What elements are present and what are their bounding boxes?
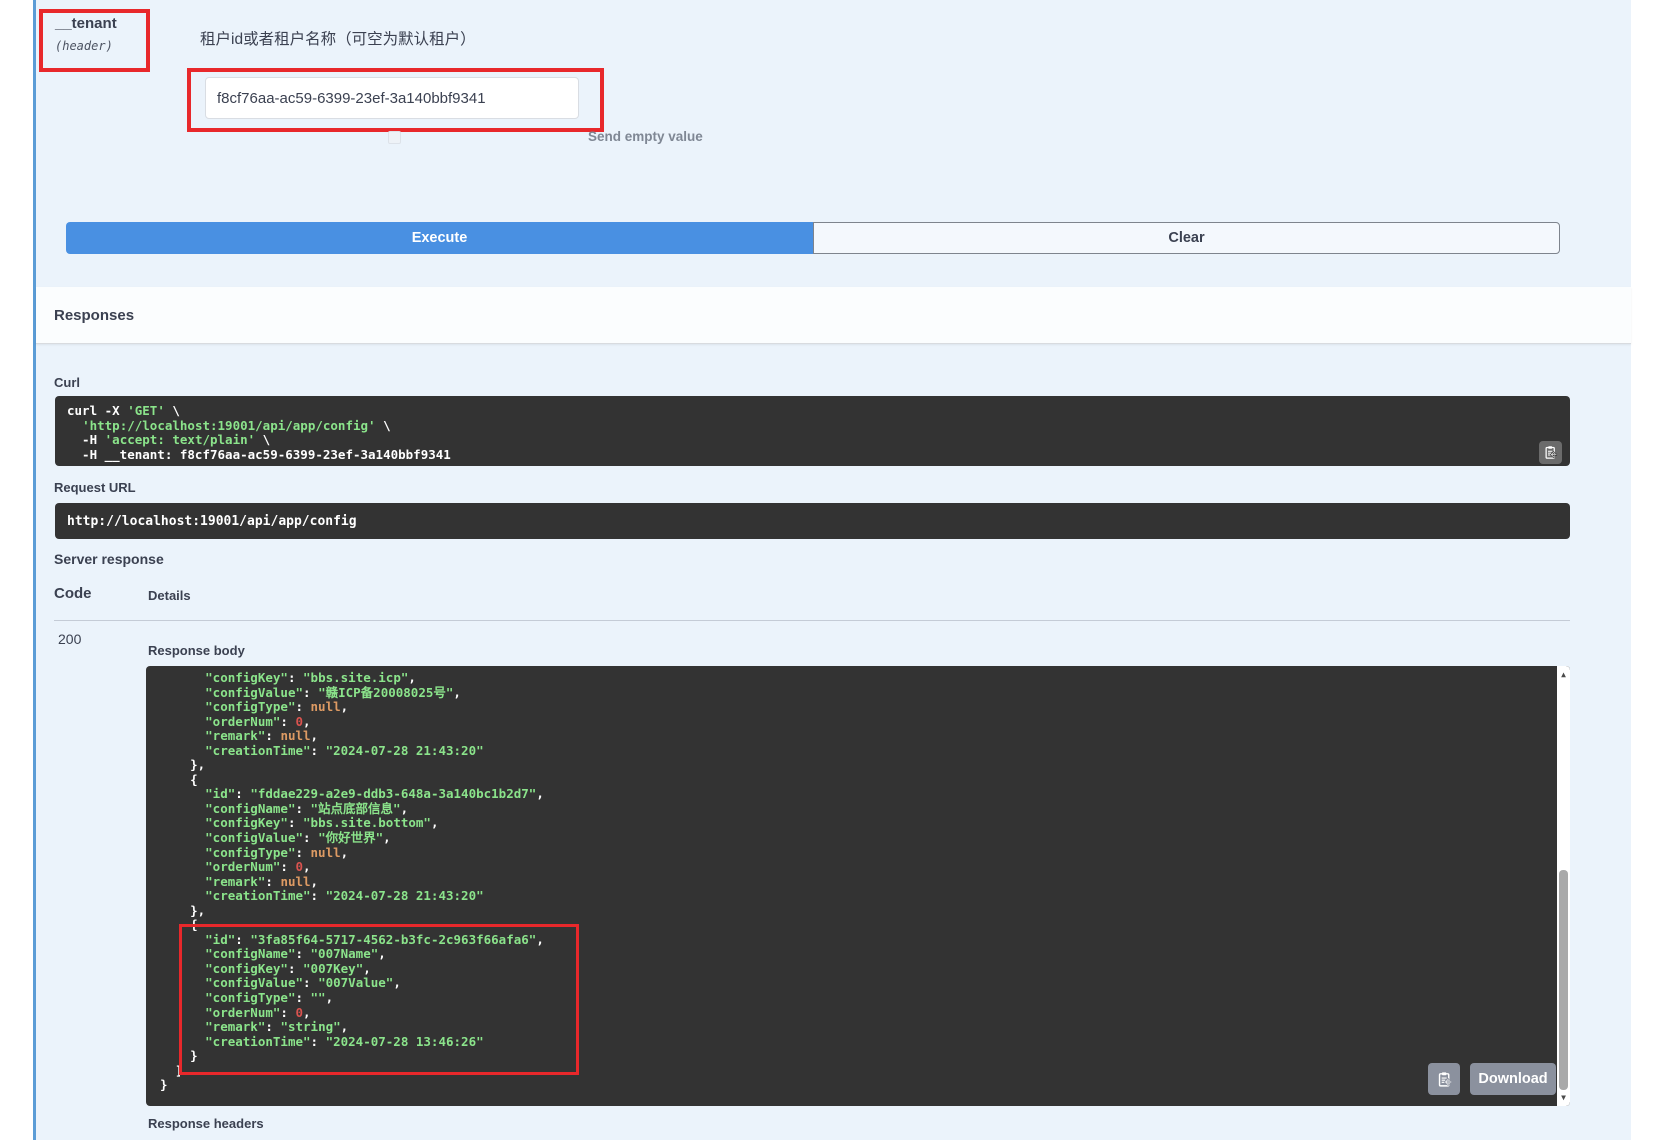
response-headers-label: Response headers xyxy=(148,1116,264,1131)
request-url-box: http://localhost:19001/api/app/config xyxy=(55,503,1570,539)
table-header-divider xyxy=(54,620,1570,621)
clear-button[interactable]: Clear xyxy=(813,222,1560,254)
responses-title: Responses xyxy=(54,307,134,324)
status-code: 200 xyxy=(58,631,81,647)
get-operation-block: __tenant (header) 租户id或者租户名称（可空为默认租户） Se… xyxy=(33,0,1631,1140)
scrollbar-thumb[interactable] xyxy=(1559,870,1568,1090)
copy-curl-button[interactable] xyxy=(1539,441,1562,464)
responses-section-header: Responses xyxy=(36,287,1631,344)
send-empty-value-checkbox[interactable] xyxy=(388,131,401,144)
download-button[interactable]: Download xyxy=(1470,1063,1556,1095)
parameter-description: 租户id或者租户名称（可空为默认租户） xyxy=(200,27,476,49)
code-column-header: Code xyxy=(54,585,92,602)
request-url-value: http://localhost:19001/api/app/config xyxy=(67,514,357,529)
parameter-name: __tenant xyxy=(55,15,146,32)
highlight-box-response-item xyxy=(179,924,579,1075)
swagger-ui-screen: __tenant (header) 租户id或者租户名称（可空为默认租户） Se… xyxy=(0,0,1667,1140)
curl-command-box: curl -X 'GET' \ 'http://localhost:19001/… xyxy=(55,396,1570,466)
scrollbar-up-arrow-icon[interactable]: ▲ xyxy=(1557,670,1570,680)
curl-command: curl -X 'GET' \ 'http://localhost:19001/… xyxy=(67,404,1558,462)
send-empty-value-label: Send empty value xyxy=(588,129,703,144)
copy-response-button[interactable] xyxy=(1428,1063,1460,1095)
server-response-label: Server response xyxy=(54,551,164,567)
details-column-header: Details xyxy=(148,588,191,603)
highlight-box-parameter-name: __tenant (header) xyxy=(39,9,150,72)
execute-button[interactable]: Execute xyxy=(66,222,813,254)
clipboard-copy-icon xyxy=(1436,1071,1453,1088)
response-body-label: Response body xyxy=(148,643,245,658)
tenant-value-input[interactable] xyxy=(205,77,579,119)
response-body-box: "configKey": "bbs.site.icp", "configValu… xyxy=(146,666,1570,1106)
clipboard-copy-icon xyxy=(1543,445,1558,460)
parameter-location: (header) xyxy=(55,39,146,53)
scrollbar-down-arrow-icon[interactable]: ▼ xyxy=(1557,1093,1570,1103)
request-url-label: Request URL xyxy=(54,480,136,495)
response-body-scrollbar[interactable]: ▲ ▼ xyxy=(1557,666,1570,1106)
curl-label: Curl xyxy=(54,375,80,390)
